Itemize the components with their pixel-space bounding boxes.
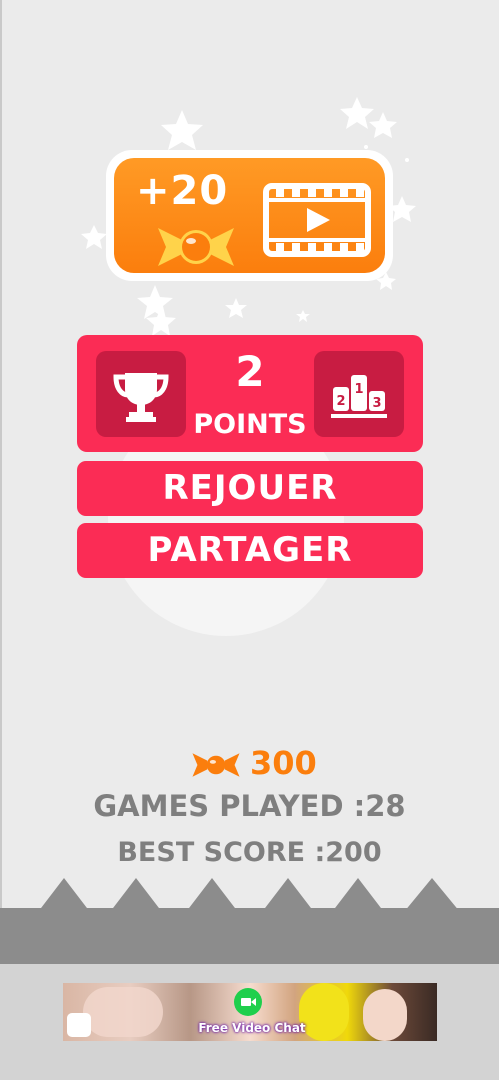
trophy-icon	[113, 373, 169, 422]
star-icon	[146, 307, 176, 336]
star-icon	[340, 97, 374, 129]
score-value: 2	[235, 347, 265, 396]
score-panel: 2 POINTS 2 1 3	[77, 335, 423, 452]
ad-app-logo	[67, 1013, 91, 1037]
candy-icon	[192, 753, 240, 777]
reward-button-body: +20	[114, 158, 385, 273]
ad-image-area	[363, 989, 407, 1041]
leaderboard-button[interactable]: 2 1 3	[314, 351, 404, 437]
ad-label: Free Video Chat	[198, 1021, 306, 1035]
star-icon	[225, 298, 247, 318]
candy-count: 300	[250, 744, 317, 782]
video-play-icon	[263, 183, 371, 257]
video-camera-icon	[234, 988, 262, 1016]
podium-label-first: 1	[354, 382, 363, 397]
replay-button[interactable]: REJOUER	[77, 461, 423, 516]
star-icon	[137, 285, 173, 319]
ad-image-area	[83, 987, 163, 1037]
share-button[interactable]: PARTAGER	[77, 523, 423, 578]
ad-banner[interactable]: Free Video Chat	[63, 983, 437, 1041]
ground-spikes	[0, 878, 499, 912]
star-icon	[369, 112, 397, 138]
watch-video-reward-button[interactable]: +20	[106, 150, 393, 281]
star-icon	[161, 110, 203, 150]
star-icon	[296, 310, 310, 322]
ground	[0, 908, 499, 964]
candy-icon	[158, 228, 234, 266]
score-unit-label: POINTS	[193, 409, 307, 440]
podium-label-third: 3	[372, 396, 381, 411]
podium-icon: 2 1 3	[331, 375, 387, 418]
podium-label-second: 2	[336, 394, 345, 409]
star-icon	[81, 225, 107, 249]
best-score-label: BEST SCORE :200	[117, 837, 382, 868]
screen-edge	[0, 0, 2, 910]
achievements-button[interactable]	[96, 351, 186, 437]
games-played-label: GAMES PLAYED :28	[93, 789, 406, 823]
reward-amount: +20	[136, 168, 229, 214]
candy-balance: 300	[190, 744, 390, 788]
